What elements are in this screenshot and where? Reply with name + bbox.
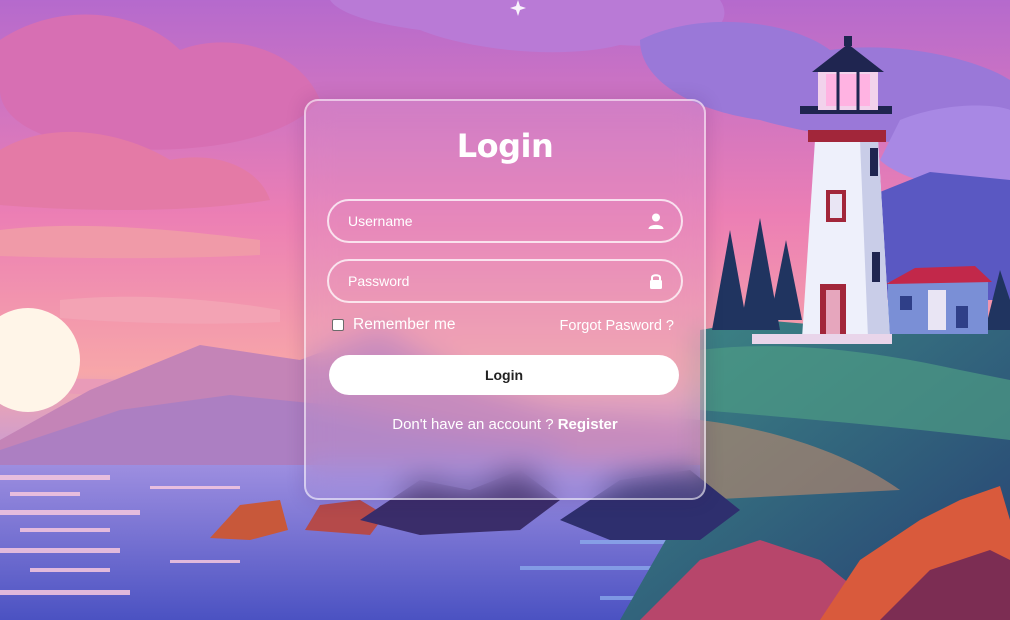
register-line: Don't have an account ? Register — [306, 416, 704, 433]
user-icon — [648, 213, 664, 229]
remember-label: Remember me — [353, 316, 456, 333]
username-input[interactable] — [329, 201, 681, 241]
remember-me[interactable]: Remember me — [332, 316, 456, 334]
password-field — [327, 259, 683, 303]
login-card: Login Remember me Forgot Pasword ? Login… — [304, 99, 706, 500]
remember-checkbox[interactable] — [332, 319, 344, 331]
keeper-house — [886, 266, 992, 334]
login-button[interactable]: Login — [329, 355, 679, 395]
forgot-password-link[interactable]: Forgot Pasword ? — [560, 318, 674, 334]
register-prompt: Don't have an account ? — [392, 416, 558, 433]
username-field — [327, 199, 683, 243]
lock-icon — [650, 274, 662, 289]
login-title: Login — [456, 127, 554, 165]
register-link[interactable]: Register — [558, 416, 618, 433]
password-input[interactable] — [329, 261, 681, 301]
